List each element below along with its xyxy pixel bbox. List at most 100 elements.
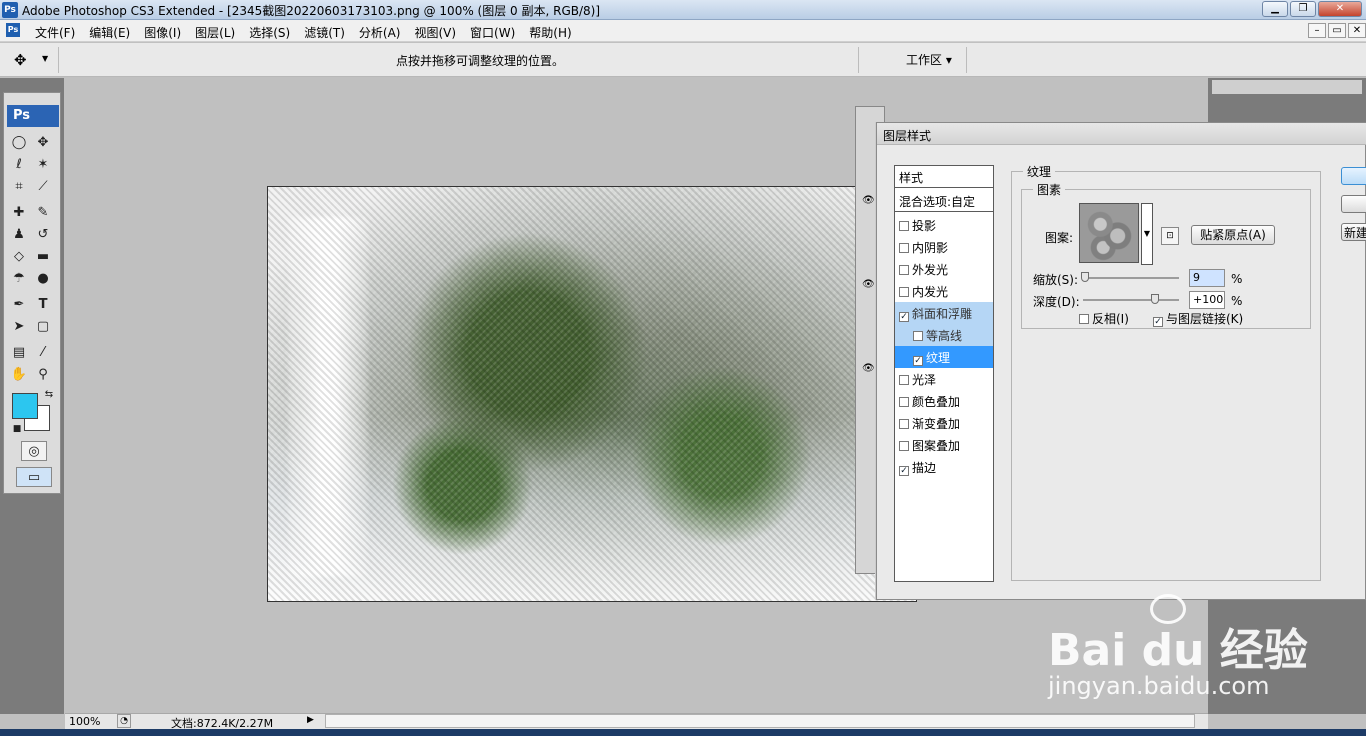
workspace-menu[interactable]: 工作区 ▾ (906, 51, 952, 68)
scale-input[interactable]: 9 (1189, 269, 1225, 287)
close-button[interactable]: ✕ (1318, 1, 1362, 17)
menu-layer[interactable]: 图层(L) (188, 24, 242, 41)
hand-tool-icon[interactable]: ✋ (8, 365, 30, 385)
styles-header[interactable]: 样式 (895, 166, 993, 188)
doc-close-button[interactable]: ✕ (1348, 23, 1366, 38)
default-colors-icon[interactable]: ■ (6, 419, 28, 439)
style-item[interactable]: ✓ 纹理 (895, 346, 993, 368)
stamp-tool-icon[interactable]: ♟ (8, 225, 30, 245)
document-image[interactable] (267, 186, 917, 602)
status-icon[interactable]: ◔ (117, 714, 131, 728)
menu-file[interactable]: 文件(F) (28, 24, 82, 41)
move-tool-icon[interactable]: ✥ (14, 51, 27, 69)
style-checkbox[interactable] (899, 419, 909, 429)
marquee-tool-icon[interactable]: ◯ (8, 133, 30, 153)
foreground-color-swatch[interactable] (12, 393, 38, 419)
invert-option[interactable]: 反相(I) (1079, 310, 1129, 327)
ok-button[interactable] (1341, 167, 1366, 185)
lasso-tool-icon[interactable]: ℓ (8, 155, 30, 175)
cancel-button[interactable] (1341, 195, 1366, 213)
healing-brush-icon[interactable]: ✚ (8, 203, 30, 223)
type-tool-icon[interactable]: T (32, 295, 54, 315)
style-checkbox[interactable]: ✓ (913, 356, 923, 366)
eye-icon[interactable]: 👁 (862, 195, 875, 206)
swap-colors-icon[interactable]: ⇆ (38, 385, 60, 405)
style-checkbox[interactable] (899, 221, 909, 231)
zoom-tool-icon[interactable]: ⚲ (32, 365, 54, 385)
menu-help[interactable]: 帮助(H) (522, 24, 578, 41)
brush-tool-icon[interactable]: ✎ (32, 203, 54, 223)
style-checkbox[interactable] (899, 243, 909, 253)
style-item[interactable]: ✓ 描边 (895, 456, 993, 478)
pen-tool-icon[interactable]: ✒ (8, 295, 30, 315)
depth-slider-thumb[interactable] (1151, 294, 1159, 304)
maximize-button[interactable]: ❐ (1290, 1, 1316, 17)
dodge-tool-icon[interactable]: ● (32, 269, 54, 289)
horizontal-scrollbar[interactable] (325, 714, 1195, 728)
link-with-layer-option[interactable]: ✓ 与图层链接(K) (1153, 310, 1243, 327)
invert-checkbox[interactable] (1079, 314, 1089, 324)
move-tool-icon[interactable]: ✥ (32, 133, 54, 153)
style-checkbox[interactable] (899, 441, 909, 451)
style-checkbox[interactable] (899, 287, 909, 297)
magic-wand-icon[interactable]: ✶ (32, 155, 54, 175)
pattern-picker[interactable] (1079, 203, 1139, 263)
style-item[interactable]: 内阴影 (895, 236, 993, 258)
menu-filter[interactable]: 滤镜(T) (297, 24, 352, 41)
style-item[interactable]: 等高线 (895, 324, 993, 346)
pattern-dropdown-arrow-icon[interactable]: ▼ (1141, 203, 1153, 265)
status-menu-arrow-icon[interactable]: ▶ (307, 715, 314, 725)
screen-mode-icon[interactable]: ▭ (16, 467, 52, 487)
notes-tool-icon[interactable]: ▤ (8, 343, 30, 363)
quick-mask-icon[interactable]: ◎ (21, 441, 47, 461)
menu-image[interactable]: 图像(I) (137, 24, 188, 41)
menu-select[interactable]: 选择(S) (242, 24, 297, 41)
menu-view[interactable]: 视图(V) (407, 24, 463, 41)
link-with-layer-checkbox[interactable]: ✓ (1153, 317, 1163, 327)
scale-slider-thumb[interactable] (1080, 272, 1089, 282)
style-item[interactable]: 外发光 (895, 258, 993, 280)
snap-to-origin-button[interactable]: 贴紧原点(A) (1191, 225, 1275, 245)
new-style-button[interactable]: 新建 (1341, 223, 1366, 241)
blend-options-item[interactable]: 混合选项:自定 (895, 190, 993, 212)
tool-preset-arrow-icon[interactable]: ▼ (42, 54, 48, 63)
doc-icon[interactable]: Ps (6, 23, 20, 37)
style-item[interactable]: 颜色叠加 (895, 390, 993, 412)
style-item[interactable]: 内发光 (895, 280, 993, 302)
panel-dock-header[interactable] (1212, 80, 1362, 94)
minimize-button[interactable]: ▁ (1262, 1, 1288, 17)
shape-tool-icon[interactable]: ▢ (32, 317, 54, 337)
new-preset-icon[interactable]: ⊡ (1161, 227, 1179, 245)
blur-tool-icon[interactable]: ☂ (8, 269, 30, 289)
style-item[interactable]: 光泽 (895, 368, 993, 390)
style-checkbox[interactable] (899, 397, 909, 407)
eraser-tool-icon[interactable]: ◇ (8, 247, 30, 267)
depth-slider[interactable] (1083, 299, 1179, 301)
style-checkbox[interactable] (899, 265, 909, 275)
style-item[interactable]: 投影 (895, 214, 993, 236)
history-brush-icon[interactable]: ↺ (32, 225, 54, 245)
style-checkbox[interactable]: ✓ (899, 466, 909, 476)
eyedropper-icon[interactable]: ⁄ (32, 343, 54, 363)
zoom-level[interactable]: 100% (69, 715, 100, 728)
menu-window[interactable]: 窗口(W) (463, 24, 522, 41)
style-item[interactable]: ✓ 斜面和浮雕 (895, 302, 993, 324)
eye-icon[interactable]: 👁 (862, 279, 875, 290)
menu-analysis[interactable]: 分析(A) (352, 24, 408, 41)
style-item[interactable]: 渐变叠加 (895, 412, 993, 434)
slice-tool-icon[interactable]: ⟋ (32, 177, 54, 197)
path-select-icon[interactable]: ➤ (8, 317, 30, 337)
style-checkbox[interactable]: ✓ (899, 312, 909, 322)
style-item-label: 外发光 (912, 263, 949, 277)
eye-icon[interactable]: 👁 (862, 363, 875, 374)
style-item[interactable]: 图案叠加 (895, 434, 993, 456)
doc-minimize-button[interactable]: – (1308, 23, 1326, 38)
style-checkbox[interactable] (899, 375, 909, 385)
crop-tool-icon[interactable]: ⌗ (8, 177, 30, 197)
menu-edit[interactable]: 编辑(E) (82, 24, 137, 41)
style-checkbox[interactable] (913, 331, 923, 341)
scale-slider[interactable] (1083, 277, 1179, 279)
doc-restore-button[interactable]: ▭ (1328, 23, 1346, 38)
gradient-tool-icon[interactable]: ▬ (32, 247, 54, 267)
depth-input[interactable]: +100 (1189, 291, 1225, 309)
